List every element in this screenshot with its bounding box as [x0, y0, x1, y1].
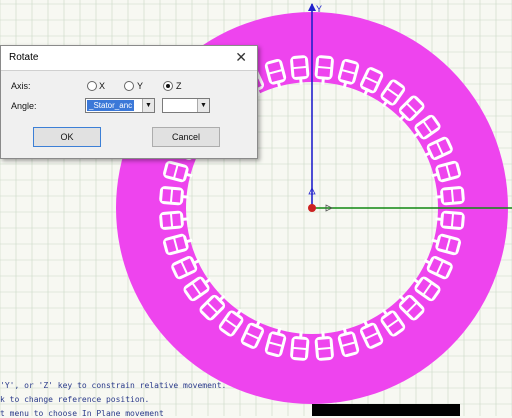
axis-x-radio[interactable] — [87, 81, 97, 91]
chevron-down-icon[interactable]: ▼ — [142, 99, 154, 112]
cancel-button[interactable]: Cancel — [152, 127, 220, 147]
angle-label: Angle: — [11, 101, 37, 111]
axis-y-label[interactable]: Y — [137, 81, 143, 91]
status-line-3: t menu to choose In Plane movement — [0, 409, 164, 418]
y-axis-label: Y — [316, 4, 322, 14]
angle-combobox[interactable]: _Stator_anc ▼ — [85, 98, 155, 113]
axis-z-label[interactable]: Z — [176, 81, 182, 91]
axis-z-radio[interactable] — [163, 81, 173, 91]
axis-label: Axis: — [11, 81, 31, 91]
angle-unit-combobox[interactable]: ▼ — [162, 98, 210, 113]
ok-button[interactable]: OK — [33, 127, 101, 147]
origin-marker — [308, 204, 316, 212]
dialog-title: Rotate — [9, 52, 39, 63]
status-line-2: k to change reference position. — [0, 395, 150, 404]
chevron-down-icon[interactable]: ▼ — [197, 99, 209, 112]
status-bar-block — [312, 404, 460, 416]
rotate-dialog: Rotate ✕ Axis: X Y Z Angle: _Stator_anc … — [0, 45, 258, 159]
axis-x-label[interactable]: X — [99, 81, 105, 91]
angle-value[interactable]: _Stator_anc — [87, 100, 135, 111]
axis-y-radio[interactable] — [124, 81, 134, 91]
dialog-titlebar[interactable]: Rotate ✕ — [1, 46, 257, 71]
status-line-1: 'Y', or 'Z' key to constrain relative mo… — [0, 381, 227, 390]
angle-unit-value[interactable] — [164, 100, 168, 111]
close-icon[interactable]: ✕ — [235, 49, 247, 66]
